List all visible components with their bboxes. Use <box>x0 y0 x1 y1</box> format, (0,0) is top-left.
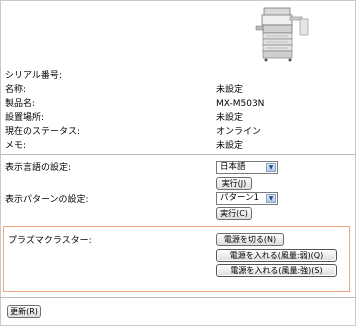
info-label: 設置場所: <box>5 113 45 123</box>
serial-label: シリアル番号: <box>5 71 62 81</box>
power-off-button[interactable]: 電源を切る(N) <box>216 233 284 246</box>
plasmacluster-label: プラズマクラスター: <box>8 236 92 246</box>
printer-image <box>255 7 309 62</box>
info-label: メモ: <box>5 141 27 151</box>
power-on-weak-button[interactable]: 電源を入れる(風量:弱)(Q) <box>216 249 337 262</box>
pattern-label: 表示パターンの設定: <box>5 195 89 205</box>
info-value: MX-M503N <box>216 99 265 109</box>
pattern-select[interactable]: パターン1 ▼ <box>216 192 278 205</box>
info-label: 製品名: <box>5 99 36 109</box>
info-row-location: 設置場所: 未設定 <box>5 112 345 125</box>
info-label: 現在のステータス: <box>5 127 81 137</box>
language-execute-button[interactable]: 実行(J) <box>216 177 252 190</box>
language-selected: 日本語 <box>220 162 246 172</box>
language-select[interactable]: 日本語 ▼ <box>216 161 278 174</box>
info-row-memo: メモ: 未設定 <box>5 140 345 153</box>
info-value: オンライン <box>216 127 262 137</box>
language-label: 表示言語の設定: <box>5 163 72 173</box>
refresh-button[interactable]: 更新(R) <box>7 305 41 318</box>
info-label: 名称: <box>5 85 27 95</box>
info-value: 未設定 <box>216 113 244 123</box>
info-row-status: 現在のステータス: オンライン <box>5 126 345 139</box>
pattern-selected: パターン1 <box>220 193 259 203</box>
chevron-down-icon[interactable]: ▼ <box>266 163 276 172</box>
divider <box>0 297 356 298</box>
power-on-strong-button[interactable]: 電源を入れる(風量:強)(S) <box>216 264 337 277</box>
info-row-name: 名称: 未設定 <box>5 84 345 97</box>
pattern-execute-button[interactable]: 実行(C) <box>216 207 252 220</box>
info-value: 未設定 <box>216 141 244 151</box>
info-row-product: 製品名: MX-M503N <box>5 98 345 111</box>
divider <box>0 154 356 155</box>
chevron-down-icon[interactable]: ▼ <box>266 194 276 203</box>
info-value: 未設定 <box>216 85 244 95</box>
